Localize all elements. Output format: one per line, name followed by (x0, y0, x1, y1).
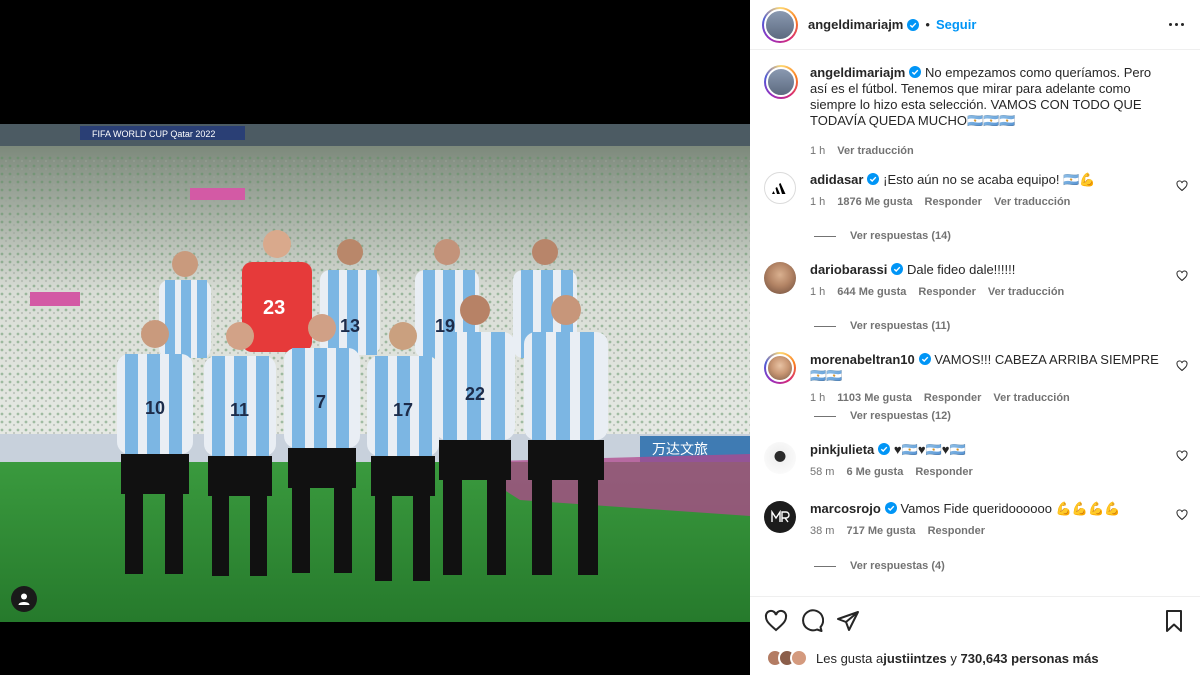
follow-button[interactable]: Seguir (936, 17, 976, 32)
reply-button[interactable]: Responder (928, 523, 985, 539)
mr-monogram-icon (771, 510, 790, 523)
caption-avatar[interactable] (764, 65, 798, 99)
comments-list[interactable]: angeldimariajm No empezamos como queríam… (750, 51, 1200, 595)
comment-text: Vamos Fide queridoooooo 💪💪💪💪 (900, 501, 1121, 516)
comment-likes[interactable]: 1876 Me gusta (837, 194, 912, 210)
stadium-banner: FIFA WORLD CUP Qatar 2022 (92, 129, 215, 139)
tagged-users-button[interactable] (11, 586, 37, 612)
comment-item: adidasar ¡Esto aún no se acaba equipo! 🇦… (764, 172, 1190, 210)
verified-badge-icon (907, 18, 920, 31)
like-comment-heart-icon[interactable] (1176, 509, 1188, 521)
verified-badge-icon (878, 443, 891, 455)
comment-time[interactable]: 58 m (810, 464, 834, 480)
verified-badge-icon (891, 263, 904, 275)
comment-likes[interactable]: 1103 Me gusta (837, 390, 912, 406)
likes-middle: y (946, 650, 961, 666)
commenter-avatar[interactable] (764, 262, 796, 294)
svg-text:11: 11 (230, 400, 249, 420)
author-avatar[interactable] (762, 6, 798, 43)
post-details-panel: angeldimariajm • Seguir angeldimariajm N… (750, 0, 1200, 675)
liker-avatars[interactable] (766, 649, 808, 667)
commenter-username[interactable]: adidasar (810, 172, 863, 187)
view-replies-link[interactable]: Ver respuestas (12) (814, 410, 951, 422)
svg-text:22: 22 (465, 384, 485, 404)
commenter-username[interactable]: dariobarassi (810, 262, 887, 277)
comment-item: marcosrojo Vamos Fide queridoooooo 💪💪💪💪 … (764, 501, 1190, 539)
translate-link[interactable]: Ver traducción (994, 194, 1070, 210)
liker-username[interactable]: justiintzes (883, 651, 947, 666)
post-header: angeldimariajm • Seguir (750, 0, 1200, 50)
commenter-avatar[interactable] (764, 352, 796, 384)
view-replies-link[interactable]: Ver respuestas (14) (814, 230, 951, 242)
caption-time[interactable]: 1 h (810, 143, 825, 159)
likes-summary: Les gusta a justiintzes y 730,643 person… (766, 649, 1099, 667)
comment-time[interactable]: 1 h (810, 284, 825, 300)
view-replies-link[interactable]: Ver respuestas (4) (814, 560, 945, 572)
verified-badge-icon (867, 173, 880, 185)
reply-button[interactable]: Responder (924, 390, 981, 406)
comment-text: Dale fideo dale!!!!!! (906, 262, 1016, 277)
reply-button[interactable]: Responder (925, 194, 982, 210)
caption-translate-link[interactable]: Ver traducción (837, 143, 913, 159)
verified-badge-icon (909, 66, 922, 78)
translate-link[interactable]: Ver traducción (988, 284, 1064, 300)
like-comment-heart-icon[interactable] (1176, 180, 1188, 192)
comment-likes[interactable]: 6 Me gusta (846, 464, 903, 480)
verified-badge-icon (918, 353, 931, 365)
like-comment-heart-icon[interactable] (1176, 270, 1188, 282)
like-heart-icon[interactable] (764, 609, 788, 633)
svg-text:23: 23 (263, 297, 285, 319)
media-viewer: FIFA WORLD CUP Qatar 2022 万达文旅 23 13 19 … (0, 0, 750, 675)
like-comment-heart-icon[interactable] (1176, 450, 1188, 462)
like-comment-heart-icon[interactable] (1176, 360, 1188, 372)
comment-time[interactable]: 1 h (810, 390, 825, 406)
separator-dot: • (925, 17, 930, 32)
comment-time[interactable]: 38 m (810, 523, 834, 539)
commenter-avatar[interactable] (764, 442, 796, 474)
post-photo[interactable]: FIFA WORLD CUP Qatar 2022 万达文旅 23 13 19 … (0, 124, 750, 622)
save-bookmark-icon[interactable] (1162, 609, 1186, 633)
team-photo-image: FIFA WORLD CUP Qatar 2022 万达文旅 23 13 19 … (0, 124, 750, 622)
comment-item: pinkjulieta ♥🇦🇷♥🇦🇷♥🇦🇷 58 m 6 Me gusta Re… (764, 442, 1190, 480)
adidas-logo-icon (772, 183, 786, 194)
verified-badge-icon (884, 502, 897, 514)
more-options-icon[interactable] (1169, 23, 1184, 26)
comment-time[interactable]: 1 h (810, 194, 825, 210)
comment-text: ♥🇦🇷♥🇦🇷♥🇦🇷 (893, 442, 966, 457)
commenter-avatar[interactable] (764, 172, 796, 204)
commenter-username[interactable]: marcosrojo (810, 501, 881, 516)
comment-likes[interactable]: 717 Me gusta (846, 523, 915, 539)
caption-row: angeldimariajm No empezamos como queríam… (764, 65, 1190, 159)
likes-count[interactable]: 730,643 personas más (961, 651, 1099, 666)
share-send-icon[interactable] (836, 609, 860, 633)
reply-button[interactable]: Responder (918, 284, 975, 300)
commenter-avatar[interactable] (764, 501, 796, 533)
commenter-username[interactable]: morenabeltran10 (810, 352, 915, 367)
author-username[interactable]: angeldimariajm (808, 17, 903, 32)
comment-bubble-icon[interactable] (800, 609, 824, 633)
post-actions: Les gusta a justiintzes y 730,643 person… (750, 596, 1200, 675)
user-icon (18, 593, 30, 605)
svg-text:13: 13 (340, 316, 360, 336)
commenter-username[interactable]: pinkjulieta (810, 442, 874, 457)
svg-text:17: 17 (393, 400, 413, 420)
view-replies-link[interactable]: Ver respuestas (11) (814, 320, 950, 332)
likes-prefix: Les gusta a (816, 650, 884, 666)
comment-likes[interactable]: 644 Me gusta (837, 284, 906, 300)
caption-username[interactable]: angeldimariajm (810, 65, 905, 80)
comment-item: dariobarassi Dale fideo dale!!!!!! 1 h 6… (764, 262, 1190, 300)
reply-button[interactable]: Responder (915, 464, 972, 480)
comment-text: ¡Esto aún no se acaba equipo! 🇦🇷💪 (883, 172, 1096, 187)
svg-text:7: 7 (316, 392, 326, 412)
comment-item: morenabeltran10 VAMOS!!! CABEZA ARRIBA S… (764, 352, 1190, 406)
svg-text:10: 10 (145, 398, 165, 418)
translate-link[interactable]: Ver traducción (993, 390, 1069, 406)
